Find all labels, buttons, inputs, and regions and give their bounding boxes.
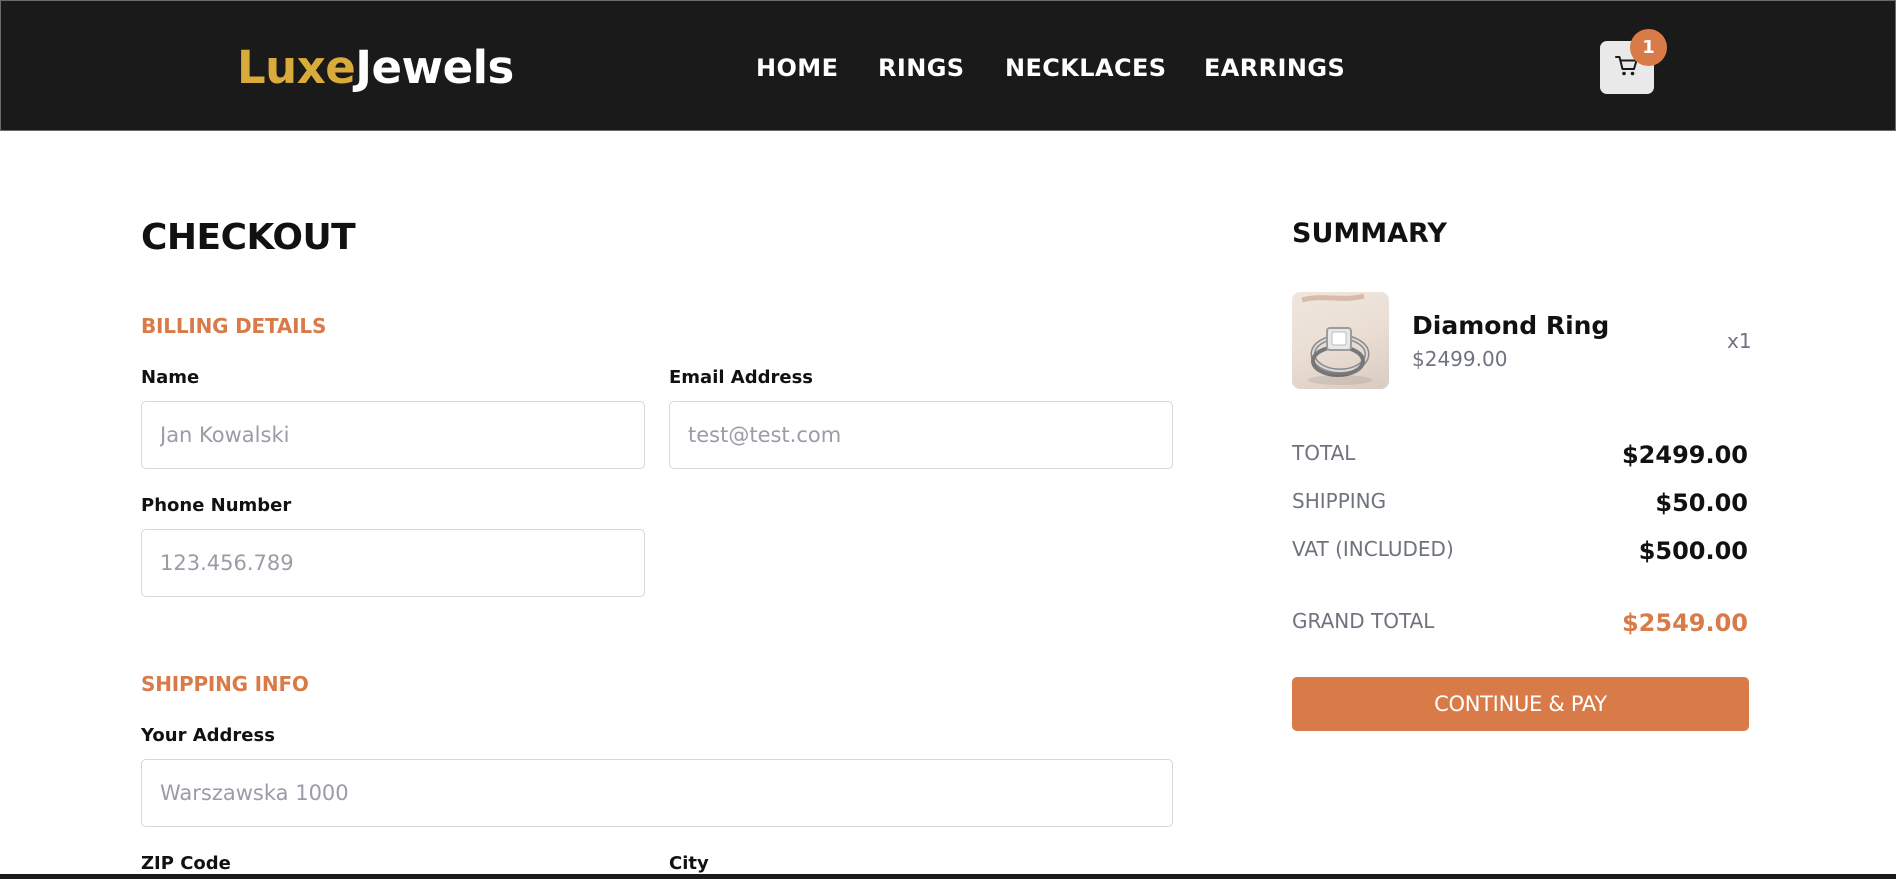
item-quantity: x1	[1727, 329, 1752, 353]
city-label: City	[669, 853, 709, 874]
shipping-section-title: SHIPPING INFO	[141, 672, 309, 696]
checkout-page: LuxeJewels HOME RINGS NECKLACES EARRINGS…	[0, 0, 1896, 879]
name-input[interactable]	[141, 401, 645, 469]
diamond-ring-image	[1292, 292, 1389, 389]
phone-input[interactable]	[141, 529, 645, 597]
summary-title: SUMMARY	[1292, 218, 1447, 249]
nav-necklaces[interactable]: NECKLACES	[1005, 51, 1166, 85]
cart-count-badge: 1	[1630, 29, 1667, 66]
shipping-value: $50.00	[1655, 489, 1748, 517]
item-price: $2499.00	[1412, 347, 1508, 371]
continue-and-pay-button[interactable]: CONTINUE & PAY	[1292, 677, 1749, 731]
grand-total-label: GRAND TOTAL	[1292, 609, 1435, 633]
logo-luxe: Luxe	[237, 41, 356, 94]
address-input[interactable]	[141, 759, 1173, 827]
vat-label: VAT (INCLUDED)	[1292, 537, 1454, 561]
billing-section-title: BILLING DETAILS	[141, 314, 327, 338]
page-title: CHECKOUT	[141, 217, 356, 258]
item-name: Diamond Ring	[1412, 311, 1610, 340]
zip-label: ZIP Code	[141, 853, 231, 874]
grand-total-value: $2549.00	[1621, 609, 1748, 637]
email-input[interactable]	[669, 401, 1173, 469]
page-bottom-edge	[0, 874, 1896, 879]
total-value: $2499.00	[1621, 441, 1748, 469]
nav-home[interactable]: HOME	[756, 51, 838, 85]
nav-earrings[interactable]: EARRINGS	[1204, 51, 1345, 85]
vat-value: $500.00	[1638, 537, 1748, 565]
site-header: LuxeJewels HOME RINGS NECKLACES EARRINGS…	[0, 0, 1896, 131]
email-label: Email Address	[669, 367, 814, 388]
nav-rings[interactable]: RINGS	[878, 51, 964, 85]
logo-jewels: Jewels	[355, 41, 514, 94]
phone-label: Phone Number	[141, 495, 292, 516]
total-label: TOTAL	[1292, 441, 1356, 465]
address-label: Your Address	[141, 725, 275, 746]
shipping-label: SHIPPING	[1292, 489, 1387, 513]
logo[interactable]: LuxeJewels	[237, 41, 514, 95]
name-label: Name	[141, 367, 200, 388]
